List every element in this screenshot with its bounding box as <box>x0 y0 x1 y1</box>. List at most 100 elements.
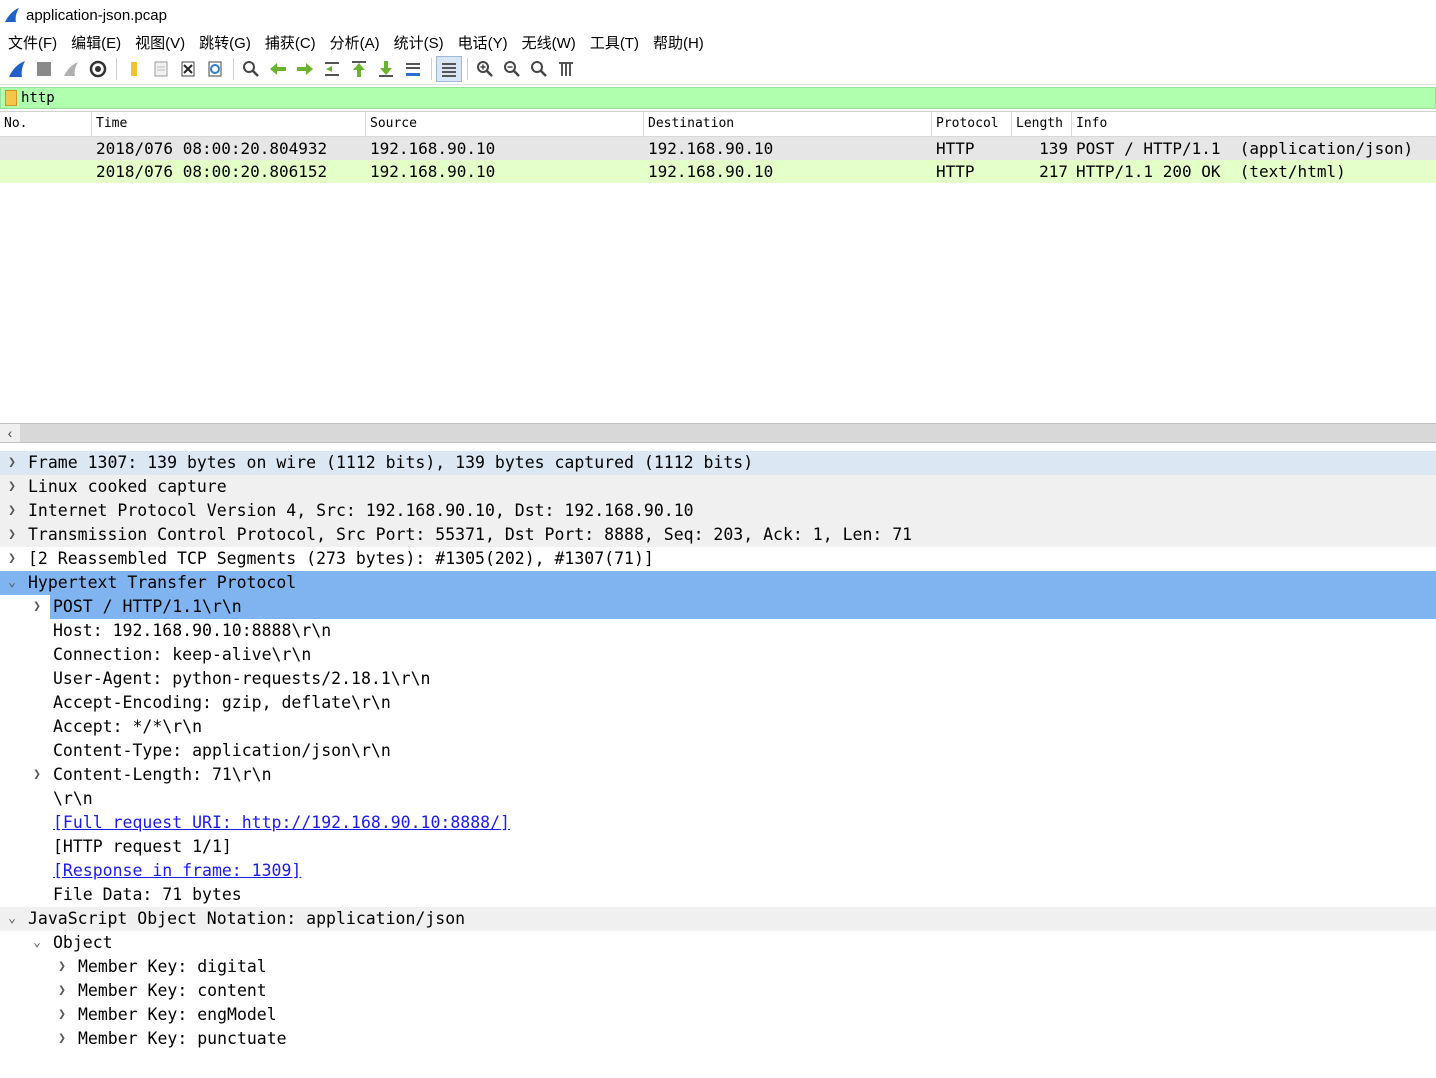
zoom-in-icon[interactable] <box>472 56 498 82</box>
menu-capture[interactable]: 捕获(C) <box>259 32 324 53</box>
menu-wireless[interactable]: 无线(W) <box>516 32 584 53</box>
packet-time: 2018/076 08:00:20.804932 <box>96 139 328 158</box>
tree-item-request-line[interactable]: ❯ POST / HTTP/1.1\r\n <box>0 595 1436 619</box>
column-header-protocol[interactable]: Protocol <box>932 112 1012 136</box>
tree-item-linux-cooked[interactable]: ❯ Linux cooked capture <box>0 475 1436 499</box>
chevron-right-icon[interactable]: ❯ <box>55 979 69 1003</box>
tree-item-http[interactable]: ⌄ Hypertext Transfer Protocol <box>0 571 1436 595</box>
resize-columns-icon[interactable] <box>553 56 579 82</box>
packet-list-header: No. Time Source Destination Protocol Len… <box>0 112 1436 137</box>
column-header-info[interactable]: Info <box>1072 112 1436 136</box>
tree-item-ipv4[interactable]: ❯ Internet Protocol Version 4, Src: 192.1… <box>0 499 1436 523</box>
tree-item-member-content[interactable]: ❯ Member Key: content <box>0 979 1436 1003</box>
tree-item-json[interactable]: ⌄ JavaScript Object Notation: application… <box>0 907 1436 931</box>
menu-telephony[interactable]: 电话(Y) <box>452 32 516 53</box>
menu-analyze[interactable]: 分析(A) <box>324 32 388 53</box>
main-toolbar <box>0 54 1436 85</box>
menu-file[interactable]: 文件(F) <box>2 32 65 53</box>
tree-item-host[interactable]: Host: 192.168.90.10:8888\r\n <box>0 619 1436 643</box>
chevron-right-icon[interactable]: ❯ <box>55 1027 69 1051</box>
window-title: application-json.pcap <box>26 6 167 24</box>
wireshark-logo-icon <box>5 8 19 22</box>
tree-item-frame[interactable]: ❯ Frame 1307: 139 bytes on wire (1112 bit… <box>0 451 1436 475</box>
tree-item-member-digital[interactable]: ❯ Member Key: digital <box>0 955 1436 979</box>
shark-fin-start-icon[interactable] <box>4 56 30 82</box>
toolbar-separator <box>116 58 117 80</box>
display-filter-bar <box>0 87 1436 109</box>
packet-source: 192.168.90.10 <box>370 139 496 158</box>
tree-item-file-data[interactable]: File Data: 71 bytes <box>0 883 1436 907</box>
menu-statistics[interactable]: 统计(S) <box>388 32 452 53</box>
menu-tools[interactable]: 工具(T) <box>584 32 647 53</box>
zoom-normal-icon[interactable] <box>526 56 552 82</box>
menu-help[interactable]: 帮助(H) <box>647 32 712 53</box>
first-packet-icon[interactable] <box>346 56 372 82</box>
chevron-right-icon[interactable]: ❯ <box>55 1003 69 1027</box>
autoscroll-icon[interactable] <box>400 56 426 82</box>
tree-item-tcp[interactable]: ❯ Transmission Control Protocol, Src Port… <box>0 523 1436 547</box>
packet-row[interactable]: ⊸1307 2018/076 08:00:20.804932 192.168.9… <box>0 137 1436 160</box>
column-header-destination[interactable]: Destination <box>644 112 932 136</box>
packet-info: HTTP/1.1 200 OK (text/html) <box>1076 162 1346 181</box>
chevron-right-icon[interactable]: ❯ <box>5 523 19 547</box>
toolbar-separator <box>431 58 432 80</box>
menu-view[interactable]: 视图(V) <box>129 32 193 53</box>
tree-item-crlf[interactable]: \r\n <box>0 787 1436 811</box>
tree-item-full-request-uri[interactable]: [Full request URI: http://192.168.90.10:… <box>0 811 1436 835</box>
tree-item-response-in-frame[interactable]: [Response in frame: 1309] <box>0 859 1436 883</box>
toolbar-separator <box>467 58 468 80</box>
open-folder-icon[interactable] <box>121 56 147 82</box>
column-header-source[interactable]: Source <box>366 112 644 136</box>
find-magnifier-icon[interactable] <box>238 56 264 82</box>
go-forward-arrow-icon[interactable] <box>292 56 318 82</box>
column-header-length[interactable]: Length <box>1012 112 1072 136</box>
packet-list: No. Time Source Destination Protocol Len… <box>0 111 1436 424</box>
tree-item-content-type[interactable]: Content-Type: application/json\r\n <box>0 739 1436 763</box>
save-file-icon[interactable] <box>148 56 174 82</box>
chevron-down-icon[interactable]: ⌄ <box>5 571 19 595</box>
display-filter-input[interactable] <box>21 90 1321 106</box>
tree-item-member-punctuate[interactable]: ❯ Member Key: punctuate <box>0 1027 1436 1051</box>
column-header-time[interactable]: Time <box>92 112 366 136</box>
menu-go[interactable]: 跳转(G) <box>193 32 259 53</box>
tree-item-http-request-count[interactable]: [HTTP request 1/1] <box>0 835 1436 859</box>
bookmark-icon[interactable] <box>5 90 17 106</box>
packet-time: 2018/076 08:00:20.806152 <box>96 162 328 181</box>
tree-item-reassembled[interactable]: ❯ [2 Reassembled TCP Segments (273 bytes)… <box>0 547 1436 571</box>
packet-row[interactable]: ⟜1309 2018/076 08:00:20.806152 192.168.9… <box>0 160 1436 183</box>
packet-destination: 192.168.90.10 <box>648 162 774 181</box>
tree-item-connection[interactable]: Connection: keep-alive\r\n <box>0 643 1436 667</box>
tree-item-object[interactable]: ⌄ Object <box>0 931 1436 955</box>
options-gear-icon[interactable] <box>85 56 111 82</box>
column-header-no[interactable]: No. <box>0 112 92 136</box>
toolbar-separator <box>233 58 234 80</box>
go-to-packet-icon[interactable] <box>319 56 345 82</box>
tree-item-accept[interactable]: Accept: */*\r\n <box>0 715 1436 739</box>
chevron-right-icon[interactable]: ❯ <box>5 475 19 499</box>
chevron-right-icon[interactable]: ❯ <box>30 763 44 787</box>
stop-square-icon[interactable] <box>31 56 57 82</box>
chevron-right-icon[interactable]: ❯ <box>55 955 69 979</box>
packet-source: 192.168.90.10 <box>370 162 496 181</box>
packet-length: 217 <box>1039 162 1068 181</box>
menu-edit[interactable]: 编辑(E) <box>65 32 129 53</box>
reload-file-icon[interactable] <box>202 56 228 82</box>
chevron-right-icon[interactable]: ❯ <box>5 547 19 571</box>
chevron-down-icon[interactable]: ⌄ <box>5 907 19 931</box>
go-back-arrow-icon[interactable] <box>265 56 291 82</box>
scroll-left-icon[interactable]: ‹ <box>0 424 20 442</box>
restart-fin-icon[interactable] <box>58 56 84 82</box>
close-file-icon[interactable] <box>175 56 201 82</box>
chevron-down-icon[interactable]: ⌄ <box>30 931 44 955</box>
colorize-list-icon[interactable] <box>436 56 462 82</box>
tree-item-user-agent[interactable]: User-Agent: python-requests/2.18.1\r\n <box>0 667 1436 691</box>
last-packet-icon[interactable] <box>373 56 399 82</box>
tree-item-accept-encoding[interactable]: Accept-Encoding: gzip, deflate\r\n <box>0 691 1436 715</box>
tree-item-member-engmodel[interactable]: ❯ Member Key: engModel <box>0 1003 1436 1027</box>
tree-item-content-length[interactable]: ❯ Content-Length: 71\r\n <box>0 763 1436 787</box>
chevron-right-icon[interactable]: ❯ <box>5 451 19 475</box>
chevron-right-icon[interactable]: ❯ <box>30 595 44 619</box>
packet-list-horizontal-scrollbar[interactable]: ‹ <box>0 423 1436 443</box>
chevron-right-icon[interactable]: ❯ <box>5 499 19 523</box>
zoom-out-icon[interactable] <box>499 56 525 82</box>
